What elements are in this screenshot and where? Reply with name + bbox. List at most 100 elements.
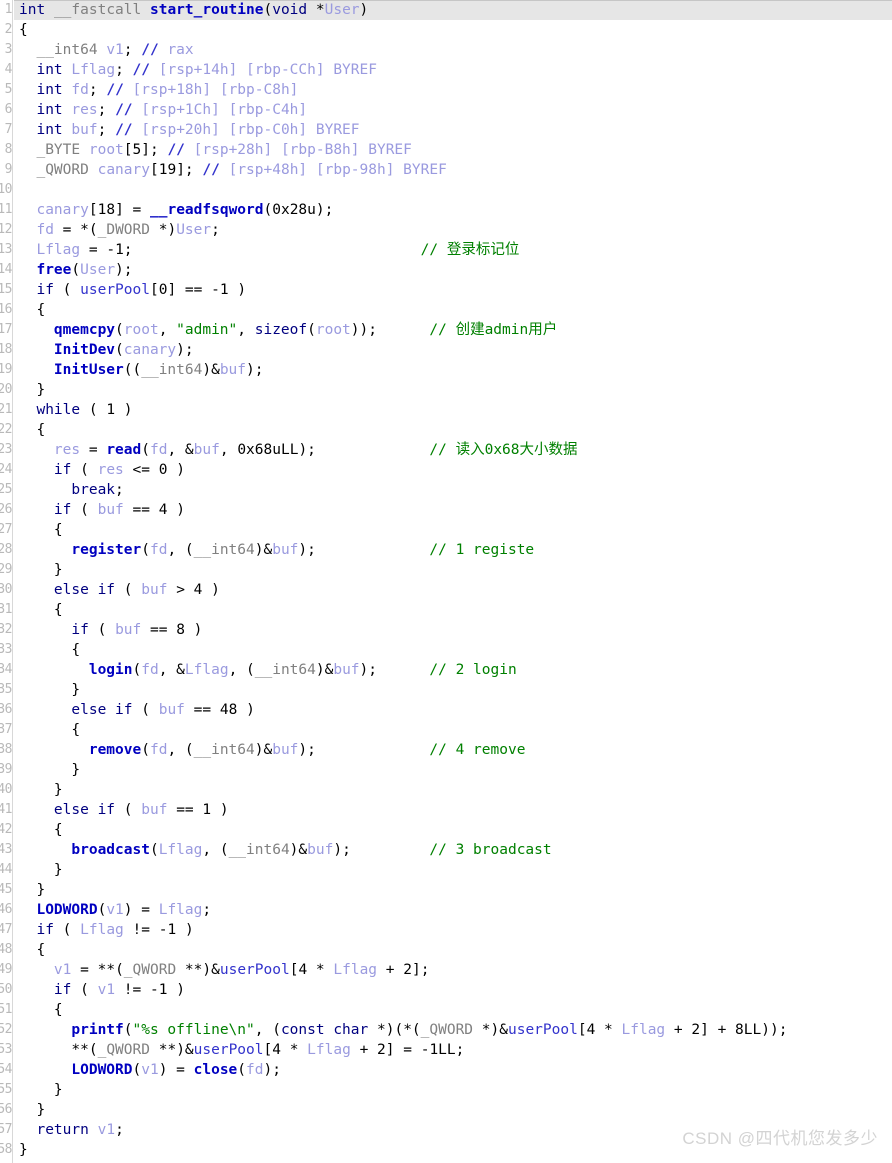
punctuation: ;: [254, 362, 264, 378]
punctuation: !: [132, 922, 142, 938]
code-line[interactable]: {: [14, 600, 892, 620]
local-variable: buf: [193, 442, 220, 458]
ida-pseudocode-view[interactable]: 1234567891011121314151617181920212223242…: [0, 0, 892, 1163]
code-line[interactable]: }: [14, 880, 892, 900]
code-line[interactable]: }: [14, 380, 892, 400]
code-line[interactable]: {: [14, 820, 892, 840]
code-comment: // 3 broadcast: [429, 842, 552, 858]
code-line[interactable]: int Lflag; // [rsp+14h] [rbp-CCh] BYREF: [14, 60, 892, 80]
code-line[interactable]: break;: [14, 480, 892, 500]
line-number: 16: [0, 302, 12, 317]
type-keyword: _QWORD: [123, 962, 177, 978]
local-variable: User: [324, 2, 360, 18]
code-line[interactable]: free(User);: [14, 260, 892, 280]
code-line[interactable]: int fd; // [rsp+18h] [rbp-C8h]: [14, 80, 892, 100]
line-number: 47: [0, 922, 12, 937]
code-line[interactable]: else if ( buf == 48 ): [14, 700, 892, 720]
punctuation: &: [499, 1022, 508, 1038]
line-number: 22: [0, 422, 12, 437]
code-line[interactable]: InitUser((__int64)&buf);: [14, 360, 892, 380]
code-line[interactable]: }: [14, 760, 892, 780]
code-line[interactable]: if ( userPool[0] == -1 ): [14, 280, 892, 300]
punctuation: ;: [272, 1062, 281, 1078]
code-line[interactable]: if ( Lflag != -1 ): [14, 920, 892, 940]
punctuation: [: [88, 202, 98, 218]
code-line[interactable]: printf("%s offline\n", (const char *)(*(…: [14, 1020, 892, 1040]
code-line[interactable]: else if ( buf == 1 ): [14, 800, 892, 820]
punctuation: ): [123, 902, 133, 918]
code-line[interactable]: {: [14, 420, 892, 440]
code-line[interactable]: login(fd, &Lflag, (__int64)&buf); // 2 l…: [14, 660, 892, 680]
code-line[interactable]: }: [14, 680, 892, 700]
code-line[interactable]: if ( buf == 8 ): [14, 620, 892, 640]
code-line[interactable]: else if ( buf > 4 ): [14, 580, 892, 600]
code-line[interactable]: }: [14, 1080, 892, 1100]
code-area[interactable]: int __fastcall start_routine(void *User)…: [14, 0, 892, 1163]
code-line[interactable]: res = read(fd, &buf, 0x68uLL); // 读入0x68…: [14, 440, 892, 460]
code-line[interactable]: Lflag = -1; // 登录标记位: [14, 240, 892, 260]
local-variable: buf: [141, 582, 168, 598]
code-line[interactable]: if ( res <= 0 ): [14, 460, 892, 480]
code-line[interactable]: qmemcpy(root, "admin", sizeof(root)); //…: [14, 320, 892, 340]
punctuation: *: [184, 962, 194, 978]
code-line[interactable]: **(_QWORD **)&userPool[4 * Lflag + 2] = …: [14, 1040, 892, 1060]
global-variable: userPool: [507, 1022, 578, 1038]
punctuation: ): [761, 1022, 770, 1038]
punctuation: ]: [141, 142, 150, 158]
comment-slashes: //: [167, 142, 185, 158]
local-variable: v1: [97, 1122, 116, 1138]
line-number: 42: [0, 822, 12, 837]
line-number: 2: [4, 22, 12, 37]
code-line[interactable]: }: [14, 860, 892, 880]
declaration-comment: [rsp+48h] [rbp-98h] BYREF: [219, 162, 447, 178]
local-variable: buf: [115, 622, 142, 638]
code-line[interactable]: while ( 1 ): [14, 400, 892, 420]
punctuation: &: [298, 842, 308, 858]
code-line[interactable]: LODWORD(v1) = Lflag;: [14, 900, 892, 920]
code-line[interactable]: fd = *(_DWORD *)User;: [14, 220, 892, 240]
line-number: 32: [0, 622, 12, 637]
numeric-literal: 4: [586, 1022, 596, 1038]
code-line[interactable]: }: [14, 1100, 892, 1120]
punctuation: ;: [115, 1122, 124, 1138]
code-line[interactable]: [14, 180, 892, 200]
code-line[interactable]: v1 = **(_QWORD **)&userPool[4 * Lflag + …: [14, 960, 892, 980]
local-variable: buf: [272, 742, 299, 758]
code-line[interactable]: {: [14, 300, 892, 320]
code-line[interactable]: canary[18] = __readfsqword(0x28u);: [14, 200, 892, 220]
declaration-comment: [rsp+28h] [rbp-B8h] BYREF: [184, 142, 412, 158]
code-line[interactable]: _BYTE root[5]; // [rsp+28h] [rbp-B8h] BY…: [14, 140, 892, 160]
code-line[interactable]: }: [14, 560, 892, 580]
code-line[interactable]: {: [14, 20, 892, 40]
keyword: const: [280, 1022, 325, 1038]
code-line[interactable]: int __fastcall start_routine(void *User): [14, 0, 892, 20]
code-line[interactable]: {: [14, 1000, 892, 1020]
code-line[interactable]: {: [14, 720, 892, 740]
code-line[interactable]: if ( buf == 4 ): [14, 500, 892, 520]
string-literal: "admin": [176, 322, 238, 338]
code-comment: // 创建admin用户: [429, 322, 558, 338]
punctuation: *: [604, 1022, 613, 1038]
code-line[interactable]: {: [14, 940, 892, 960]
line-number: 37: [0, 722, 12, 737]
code-line[interactable]: register(fd, (__int64)&buf); // 1 regist…: [14, 540, 892, 560]
code-line[interactable]: remove(fd, (__int64)&buf); // 4 remove: [14, 740, 892, 760]
punctuation: (: [307, 322, 316, 338]
numeric-literal: 1LL: [429, 1042, 456, 1058]
punctuation: ;: [368, 322, 377, 338]
code-line[interactable]: broadcast(Lflag, (__int64)&buf); // 3 br…: [14, 840, 892, 860]
line-number: 12: [0, 222, 12, 237]
code-line[interactable]: {: [14, 520, 892, 540]
code-line[interactable]: LODWORD(v1) = close(fd);: [14, 1060, 892, 1080]
code-line[interactable]: InitDev(canary);: [14, 340, 892, 360]
code-line[interactable]: int buf; // [rsp+20h] [rbp-C0h] BYREF: [14, 120, 892, 140]
numeric-literal: 2: [691, 1022, 701, 1038]
punctuation: =: [141, 902, 150, 918]
code-line[interactable]: if ( v1 != -1 ): [14, 980, 892, 1000]
code-line[interactable]: int res; // [rsp+1Ch] [rbp-C4h]: [14, 100, 892, 120]
code-line[interactable]: {: [14, 640, 892, 660]
code-line[interactable]: __int64 v1; // rax: [14, 40, 892, 60]
code-comment: // 2 login: [429, 662, 517, 678]
code-line[interactable]: }: [14, 780, 892, 800]
code-line[interactable]: _QWORD canary[19]; // [rsp+48h] [rbp-98h…: [14, 160, 892, 180]
